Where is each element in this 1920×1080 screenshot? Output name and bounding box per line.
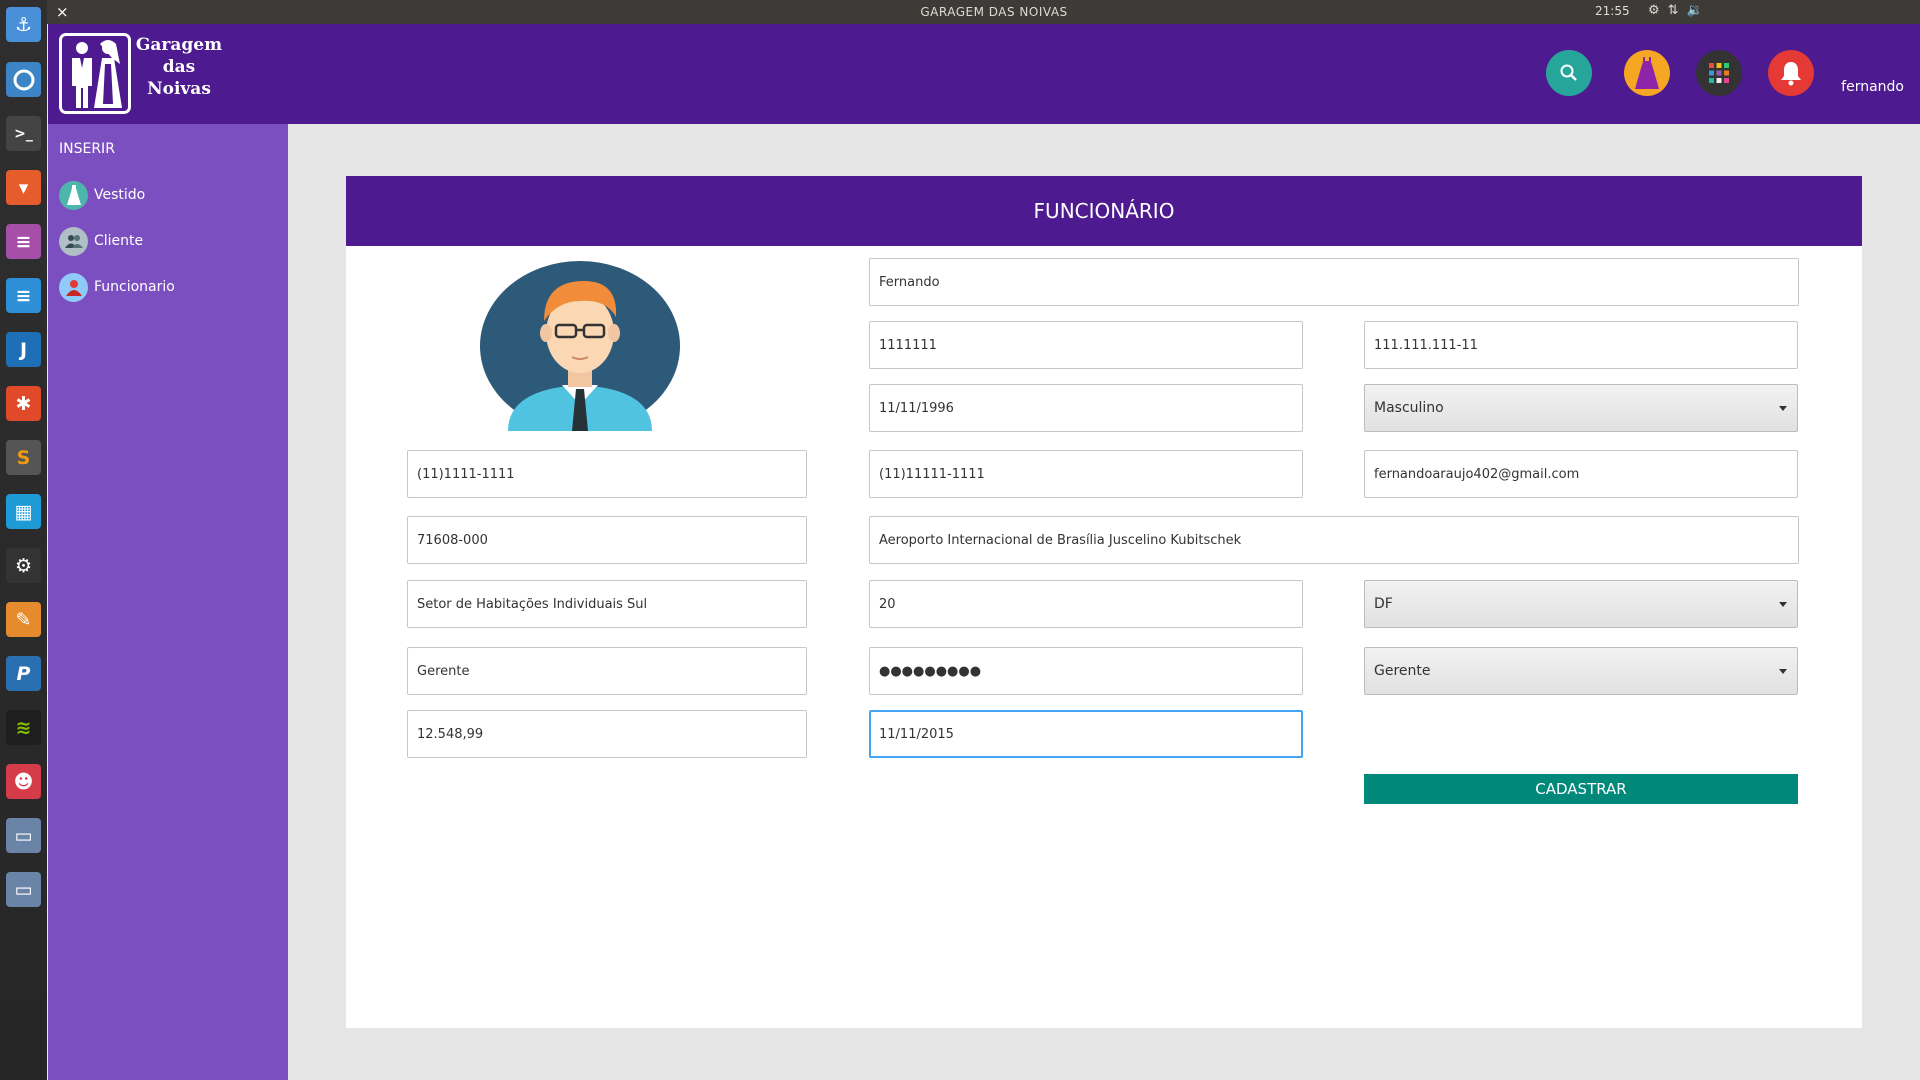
employee-form-card: FUNCIONÁRIO Masculino DF	[346, 176, 1862, 1028]
number-field[interactable]	[869, 580, 1303, 628]
apps-button[interactable]	[1696, 50, 1742, 96]
gender-select[interactable]: Masculino	[1364, 384, 1798, 432]
notifications-button[interactable]	[1768, 50, 1814, 96]
pencil-icon[interactable]: P	[6, 656, 41, 691]
volume-icon[interactable]: 🔉	[1687, 3, 1703, 18]
logo[interactable]	[59, 33, 131, 114]
logo-text: Garagem das Noivas	[134, 34, 224, 100]
steam-icon[interactable]: ⚙	[6, 548, 41, 583]
terminal-icon[interactable]: >_	[6, 116, 41, 151]
dress-icon	[1635, 57, 1659, 89]
employee-icon	[59, 272, 88, 302]
writer-icon[interactable]: ≡	[6, 224, 41, 259]
window-title: GARAGEM DAS NOIVAS	[920, 5, 1068, 19]
role-select-value: Gerente	[1374, 663, 1431, 679]
username[interactable]: fernando	[1841, 79, 1904, 95]
xampp-icon[interactable]: ✱	[6, 386, 41, 421]
salary-field[interactable]	[407, 710, 807, 758]
apps-grid-icon	[1709, 63, 1729, 83]
sidebar-item-cliente[interactable]: Cliente	[59, 224, 143, 258]
name-field[interactable]	[869, 258, 1799, 306]
logo-line-2: das	[162, 57, 196, 77]
sublime-icon[interactable]: S	[6, 440, 41, 475]
birthdate-field[interactable]	[869, 384, 1303, 432]
sidebar-item-vestido[interactable]: Vestido	[59, 178, 145, 212]
panda-icon[interactable]: ☻	[6, 764, 41, 799]
chevron-down-icon	[1779, 406, 1787, 411]
close-window-button[interactable]: ×	[56, 3, 69, 21]
gear-icon[interactable]: ⚙	[1648, 3, 1660, 18]
monitor-icon[interactable]: ▦	[6, 494, 41, 529]
employee-avatar	[480, 261, 680, 431]
sidebar: INSERIR Vestido Cliente Funcionario	[48, 124, 288, 1080]
network-icon[interactable]: ⇅	[1668, 3, 1679, 18]
app-launcher: ⚓ >_ ▾ ≡ ≡ J ✱ S ▦ ⚙ ✎ P ≋ ☻ ▭ ▭	[0, 0, 47, 1080]
search-button[interactable]	[1546, 50, 1592, 96]
chevron-down-icon	[1779, 669, 1787, 674]
anchor-app-icon[interactable]: ⚓	[6, 7, 41, 42]
chevron-down-icon	[1779, 602, 1787, 607]
cadastrar-button[interactable]: CADASTRAR	[1364, 774, 1798, 804]
system-top-bar: × GARAGEM DAS NOIVAS 21:55 ⚙ ⇅ 🔉	[0, 0, 1920, 24]
dresses-button[interactable]	[1624, 50, 1670, 96]
phone-field[interactable]	[407, 450, 807, 498]
role-select[interactable]: Gerente	[1364, 647, 1798, 695]
admission-date-field[interactable]	[869, 710, 1303, 758]
clock[interactable]: 21:55	[1595, 4, 1630, 18]
clients-icon	[59, 226, 88, 256]
login-field[interactable]	[407, 647, 807, 695]
window-icon-2[interactable]: ▭	[6, 872, 41, 907]
sidebar-item-funcionario[interactable]: Funcionario	[59, 270, 175, 304]
password-field[interactable]	[869, 647, 1303, 695]
gender-select-value: Masculino	[1374, 400, 1444, 416]
state-select[interactable]: DF	[1364, 580, 1798, 628]
chromium-icon[interactable]	[6, 62, 41, 97]
intellij-icon[interactable]: J	[6, 332, 41, 367]
cep-field[interactable]	[407, 516, 807, 564]
window-icon[interactable]: ▭	[6, 818, 41, 853]
district-field[interactable]	[407, 580, 807, 628]
logo-line-1: Garagem	[135, 35, 223, 55]
bell-icon	[1781, 62, 1801, 86]
gimp-icon[interactable]: ✎	[6, 602, 41, 637]
address-field[interactable]	[869, 516, 1799, 564]
impress-icon[interactable]: ▾	[6, 170, 41, 205]
sidebar-item-label: Funcionario	[94, 279, 175, 295]
cpf-field[interactable]	[1364, 321, 1798, 369]
search-icon	[1560, 64, 1577, 81]
logo-line-3: Noivas	[147, 79, 211, 99]
sidebar-item-label: Cliente	[94, 233, 144, 249]
system-tray: ⚙ ⇅ 🔉	[1648, 3, 1703, 18]
document-icon[interactable]: ≡	[6, 278, 41, 313]
spotify-icon[interactable]: ≋	[6, 710, 41, 745]
rg-field[interactable]	[869, 321, 1303, 369]
sidebar-section-title: INSERIR	[59, 141, 115, 157]
app-header: Garagem das Noivas fernando	[48, 24, 1920, 124]
dress-icon	[59, 180, 88, 210]
form-title-bar: FUNCIONÁRIO	[346, 176, 1862, 246]
sidebar-item-label: Vestido	[94, 187, 146, 203]
form-title: FUNCIONÁRIO	[1033, 199, 1175, 223]
email-field[interactable]	[1364, 450, 1798, 498]
state-select-value: DF	[1374, 596, 1393, 612]
mobile-field[interactable]	[869, 450, 1303, 498]
